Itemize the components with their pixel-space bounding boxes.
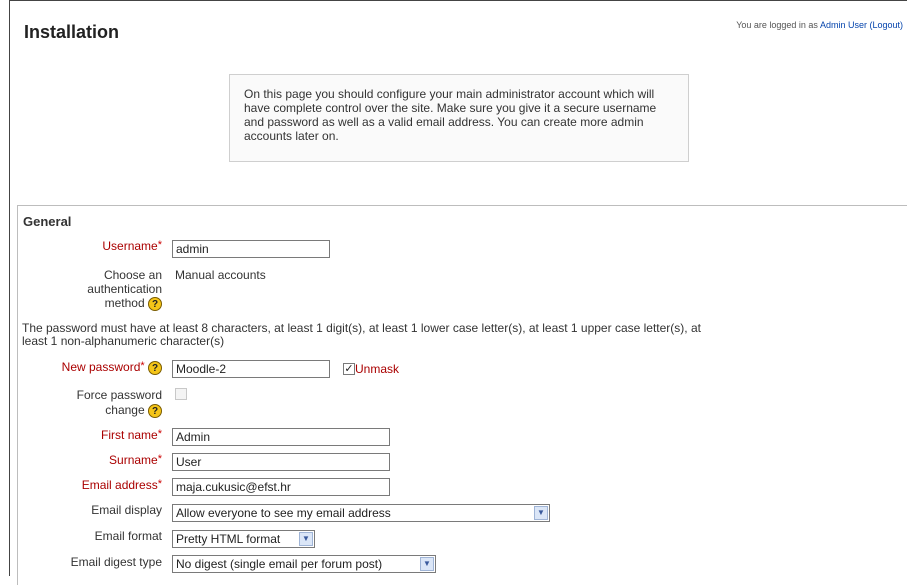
unmask-label[interactable]: Unmask (355, 362, 399, 376)
force-change-label-line2: change (105, 403, 145, 417)
first-name-label-text: First name (101, 428, 158, 442)
help-icon[interactable]: ? (148, 296, 162, 311)
notice-text: On this page you should configure your m… (244, 87, 657, 143)
auth-method-label: Choose an authentication method ? (22, 268, 162, 311)
force-password-change-checkbox[interactable] (175, 388, 187, 400)
required-marker: * (157, 428, 162, 440)
help-icon[interactable]: ? (148, 360, 162, 375)
unmask-checkbox[interactable]: ✓ (343, 363, 355, 375)
required-marker: * (157, 478, 162, 490)
new-password-label: New password* ? (22, 360, 162, 375)
required-marker: * (157, 239, 162, 251)
email-label-text: Email address (81, 478, 158, 492)
user-profile-link[interactable]: Admin User (820, 20, 867, 30)
login-prefix: You are logged in as (736, 20, 820, 30)
new-password-input[interactable]: Moodle-2 (172, 360, 330, 378)
email-display-value: Allow everyone to see my email address (176, 506, 391, 520)
chevron-down-icon[interactable]: ▼ (299, 532, 313, 546)
email-digest-value: No digest (single email per forum post) (176, 557, 383, 571)
email-format-value: Pretty HTML format (176, 532, 281, 546)
email-format-select[interactable]: Pretty HTML format ▼ (172, 530, 315, 548)
email-digest-label: Email digest type (70, 555, 162, 569)
required-marker: * (157, 453, 162, 465)
email-digest-select[interactable]: No digest (single email per forum post) … (172, 555, 436, 573)
email-display-select[interactable]: Allow everyone to see my email address ▼ (172, 504, 550, 522)
surname-label: Surname* (22, 453, 162, 467)
password-rules-text: The password must have at least 8 charac… (22, 321, 701, 348)
help-icon[interactable]: ? (148, 403, 162, 418)
auth-label-line1: Choose an (103, 268, 162, 282)
logout-link[interactable]: (Logout) (869, 20, 903, 30)
login-info: You are logged in as Admin User (Logout) (736, 20, 903, 30)
chevron-down-icon[interactable]: ▼ (534, 506, 548, 520)
force-change-label-line1: Force password (76, 388, 162, 402)
auth-method-value: Manual accounts (175, 268, 266, 282)
new-password-label-text: New password (61, 360, 141, 374)
info-notice-box: On this page you should configure your m… (229, 74, 689, 162)
force-password-change-label: Force password change ? (22, 388, 162, 418)
email-format-label: Email format (94, 529, 162, 543)
first-name-input[interactable]: Admin (172, 428, 390, 446)
first-name-label: First name* (22, 428, 162, 442)
username-label: Username* (22, 239, 162, 253)
page-title: Installation (24, 22, 120, 42)
username-label-text: Username (102, 239, 158, 253)
surname-input[interactable]: User (172, 453, 390, 471)
auth-label-line2: authentication (87, 282, 162, 296)
email-address-label: Email address* (22, 478, 162, 492)
surname-label-text: Surname (109, 453, 158, 467)
username-input[interactable]: admin (172, 240, 330, 258)
required-marker: * (140, 360, 145, 372)
email-display-label: Email display (91, 503, 162, 517)
email-address-input[interactable]: maja.cukusic@efst.hr (172, 478, 390, 496)
fieldset-legend: General (23, 214, 72, 229)
chevron-down-icon[interactable]: ▼ (420, 557, 434, 571)
auth-label-line3: method (104, 296, 145, 310)
